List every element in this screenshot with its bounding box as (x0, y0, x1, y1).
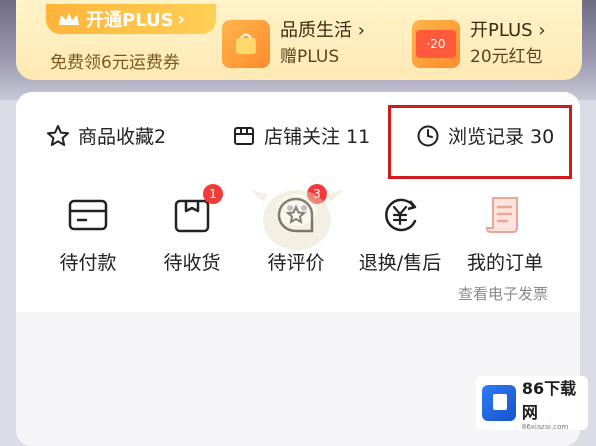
perk2-arrow: › (538, 20, 546, 41)
order-refund-aftersale[interactable]: 退换/售后 (345, 190, 455, 275)
perk-quality-life[interactable]: 品质生活 › 赠PLUS (222, 18, 365, 70)
red-packet-icon: ·20 (412, 20, 460, 68)
watermark-mascot-icon (250, 190, 344, 250)
perk1-subtitle: 赠PLUS (280, 47, 340, 67)
order-list-icon (485, 197, 518, 233)
receipt-badge: 1 (203, 184, 223, 204)
favorites-link[interactable]: 商品收藏2 (46, 122, 166, 149)
perk-red-packet[interactable]: ·20 开PLUS › 20元红包 (412, 18, 546, 70)
logo-box-icon (482, 385, 516, 421)
open-plus-label: 开通PLUS (86, 10, 174, 31)
star-icon (47, 124, 69, 146)
order-label: 待收货 (163, 252, 221, 274)
follows-link[interactable]: 店铺关注 11 (232, 122, 370, 149)
refund-icon (385, 198, 417, 232)
order-label: 退换/售后 (358, 252, 442, 274)
open-plus-button[interactable]: 开通PLUS › (46, 4, 216, 34)
plus-banner[interactable]: 开通PLUS › 免费领6元运费券 品质生活 › 赠PLUS ·20 开PLUS… (16, 0, 582, 80)
order-pending-payment[interactable]: 待付款 (33, 190, 143, 275)
gift-bag-icon (222, 20, 270, 68)
order-label: 我的订单 (466, 252, 543, 274)
perk2-title: 开PLUS (470, 20, 533, 41)
wallet-icon (68, 199, 108, 231)
follows-label: 店铺关注 11 (264, 126, 371, 148)
perk1-title: 品质生活 (280, 20, 352, 41)
my-orders[interactable]: 我的订单 (450, 190, 560, 275)
perk2-subtitle: 20元红包 (470, 47, 543, 67)
perk1-arrow: › (357, 20, 365, 41)
invoice-link[interactable]: 查看电子发票 (458, 283, 548, 304)
coupon-label: ·20 (416, 30, 456, 58)
favorites-label: 商品收藏2 (78, 126, 167, 148)
order-label: 待付款 (59, 252, 117, 274)
crown-icon (59, 13, 79, 25)
order-pending-receipt[interactable]: 1 待收货 (137, 184, 247, 275)
open-plus-arrow: › (177, 8, 186, 30)
plus-subtitle: 免费领6元运费券 (50, 53, 180, 73)
store-icon (234, 126, 254, 145)
site-logo: 86下载网 86xiazai.com (476, 376, 588, 431)
history-highlight-box (388, 105, 572, 179)
logo-name: 86下载网 (521, 379, 577, 422)
logo-domain: 86xiazai.com (521, 423, 569, 431)
